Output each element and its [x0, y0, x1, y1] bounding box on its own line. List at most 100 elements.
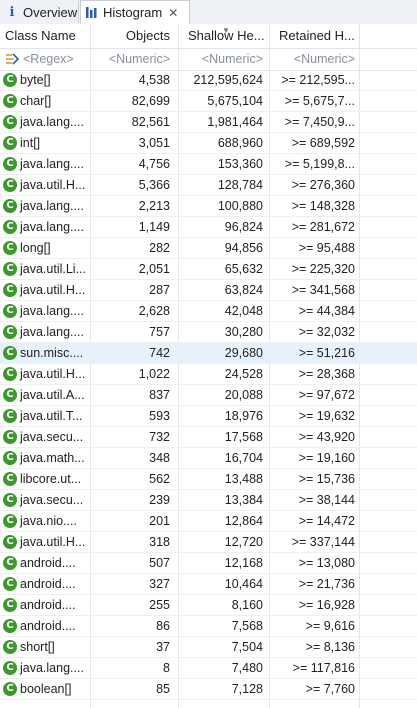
table-row[interactable]: Cjava.nio.... 201 12,864 >= 14,472	[0, 511, 417, 532]
table-row[interactable]: Cjava.util.A... 837 20,088 >= 97,672	[0, 385, 417, 406]
shallow-heap-cell: 12,864	[224, 514, 263, 528]
column-header-class-name[interactable]: Class Name	[0, 24, 90, 48]
objects-cell: 239	[149, 493, 170, 507]
objects-cell: 1,022	[138, 367, 170, 381]
retained-heap-cell: >= 16,928	[298, 598, 355, 612]
shallow-heap-filter[interactable]: <Numeric>	[178, 48, 269, 70]
tab-overview[interactable]: i Overview	[2, 1, 79, 23]
shallow-heap-cell: 42,048	[224, 304, 263, 318]
table-row[interactable]: Candroid.... 255 8,160 >= 16,928	[0, 595, 417, 616]
table-row[interactable]: Cjava.lang.... 4,756 153,360 >= 5,199,8...	[0, 154, 417, 175]
shallow-heap-cell: 29,680	[224, 346, 263, 360]
table-row[interactable]: Cjava.util.H... 5,366 128,784 >= 276,360	[0, 175, 417, 196]
column-header-objects[interactable]: Objects	[90, 24, 178, 48]
histogram-icon	[86, 7, 97, 18]
retained-heap-cell: >= 117,816	[292, 661, 355, 675]
class-name-cell: sun.misc....	[20, 346, 84, 360]
objects-cell: 318	[149, 535, 170, 549]
retained-heap-cell: >= 38,144	[298, 493, 355, 507]
class-name-cell: java.lang....	[20, 304, 84, 318]
table-row[interactable]: Candroid.... 327 10,464 >= 21,736	[0, 574, 417, 595]
shallow-heap-cell: 63,824	[224, 283, 263, 297]
table-row[interactable]: Cjava.secu... 732 17,568 >= 43,920	[0, 427, 417, 448]
table-row[interactable]: Cjava.lang.... 8 7,480 >= 117,816	[0, 658, 417, 679]
retained-heap-cell: >= 44,384	[298, 304, 355, 318]
objects-cell: 287	[149, 283, 170, 297]
table-row[interactable]: Cshort[] 37 7,504 >= 8,136	[0, 637, 417, 658]
shallow-heap-cell: 7,504	[231, 640, 263, 654]
shallow-heap-cell: 688,960	[217, 136, 263, 150]
retained-heap-cell: >= 14,472	[298, 514, 355, 528]
class-name-cell: java.secu...	[20, 430, 84, 444]
table-row[interactable]: Csun.misc.... 742 29,680 >= 51,216	[0, 343, 417, 364]
class-name-cell: java.secu...	[20, 493, 84, 507]
retained-heap-cell: >= 21,736	[298, 577, 355, 591]
objects-cell: 282	[149, 241, 170, 255]
shallow-heap-cell: 94,856	[224, 241, 263, 255]
table-row[interactable]: Cjava.lang.... 82,561 1,981,464 >= 7,450,9.…	[0, 112, 417, 133]
class-name-cell: java.util.H...	[20, 535, 86, 549]
retained-heap-cell: >= 148,328	[291, 199, 355, 213]
shallow-heap-cell: 17,568	[224, 430, 263, 444]
class-name-cell: java.lang....	[20, 157, 84, 171]
shallow-heap-cell: 24,528	[224, 367, 263, 381]
table-row[interactable]: Cjava.lang.... 1,149 96,824 >= 281,672	[0, 217, 417, 238]
objects-cell: 837	[149, 388, 170, 402]
tab-histogram[interactable]: Histogram ✕	[80, 0, 190, 24]
class-name-cell: long[]	[20, 241, 51, 255]
class-name-cell: android....	[20, 598, 76, 612]
retained-heap-cell: >= 13,080	[298, 556, 355, 570]
class-name-cell: java.util.H...	[20, 283, 86, 297]
table-row[interactable]: Candroid.... 507 12,168 >= 13,080	[0, 553, 417, 574]
close-tab-icon[interactable]: ✕	[168, 6, 178, 20]
class-name-cell: int[]	[20, 136, 41, 150]
objects-cell: 82,699	[131, 94, 170, 108]
shallow-heap-cell: 153,360	[217, 157, 263, 171]
retained-heap-cell: >= 337,144	[291, 535, 355, 549]
column-header-retained-heap[interactable]: Retained H...	[269, 24, 359, 48]
table-row[interactable]: Clibcore.ut... 562 13,488 >= 15,736	[0, 469, 417, 490]
info-icon: i	[9, 4, 15, 20]
tab-histogram-label: Histogram	[103, 5, 163, 20]
retained-heap-cell: >= 341,568	[291, 283, 355, 297]
table-row[interactable]: Cjava.math... 348 16,704 >= 19,160	[0, 448, 417, 469]
table-row[interactable]: Cjava.util.T... 593 18,976 >= 19,632	[0, 406, 417, 427]
retained-heap-cell: >= 281,672	[291, 220, 355, 234]
class-name-cell: java.util.H...	[20, 178, 86, 192]
table-row[interactable]: Cjava.util.Li... 2,051 65,632 >= 225,320	[0, 259, 417, 280]
objects-cell: 757	[149, 325, 170, 339]
table-row[interactable]: Cjava.util.H... 1,022 24,528 >= 28,368	[0, 364, 417, 385]
objects-cell: 3,051	[138, 136, 170, 150]
retained-heap-cell: >= 32,032	[298, 325, 355, 339]
table-row[interactable]: Cbyte[] 4,538 212,595,624 >= 212,595...	[0, 70, 417, 91]
table-row[interactable]: Cjava.secu... 239 13,384 >= 38,144	[0, 490, 417, 511]
table-row[interactable]: Cjava.lang.... 2,628 42,048 >= 44,384	[0, 301, 417, 322]
table-row[interactable]: Cjava.util.H... 287 63,824 >= 341,568	[0, 280, 417, 301]
table-row[interactable]: Clong[] 282 94,856 >= 95,488	[0, 238, 417, 259]
table-row[interactable]: Cint[] 3,051 688,960 >= 689,592	[0, 133, 417, 154]
table-row[interactable]: Cchar[] 82,699 5,675,104 >= 5,675,7...	[0, 91, 417, 112]
retained-heap-cell: >= 19,160	[298, 451, 355, 465]
objects-filter[interactable]: <Numeric>	[90, 48, 178, 70]
objects-cell: 4,756	[138, 157, 170, 171]
table-row[interactable]: Cboolean[] 85 7,128 >= 7,760	[0, 679, 417, 700]
table-row[interactable]: Candroid.... 86 7,568 >= 9,616	[0, 616, 417, 637]
retained-heap-cell: >= 19,632	[298, 409, 355, 423]
table-row[interactable]: Cjava.lang.... 2,213 100,880 >= 148,328	[0, 196, 417, 217]
class-name-cell: java.lang....	[20, 199, 84, 213]
class-name-filter[interactable]: <Regex>	[18, 48, 90, 70]
retained-heap-cell: >= 8,136	[305, 640, 355, 654]
retained-heap-cell: >= 97,672	[298, 388, 355, 402]
shallow-heap-cell: 7,128	[231, 682, 263, 696]
class-name-cell: android....	[20, 619, 76, 633]
table-row[interactable]: Cjava.util.H... 318 12,720 >= 337,144	[0, 532, 417, 553]
class-name-cell: java.lang....	[20, 115, 84, 129]
histogram-table-body: Cbyte[] 4,538 212,595,624 >= 212,595... Ccha…	[0, 70, 417, 700]
objects-cell: 86	[156, 619, 170, 633]
shallow-heap-cell: 12,168	[224, 556, 263, 570]
shallow-heap-cell: 30,280	[224, 325, 263, 339]
table-row[interactable]: Cjava.lang.... 757 30,280 >= 32,032	[0, 322, 417, 343]
retained-heap-filter[interactable]: <Numeric>	[269, 48, 359, 70]
retained-heap-cell: >= 9,616	[305, 619, 355, 633]
shallow-heap-cell: 128,784	[217, 178, 263, 192]
